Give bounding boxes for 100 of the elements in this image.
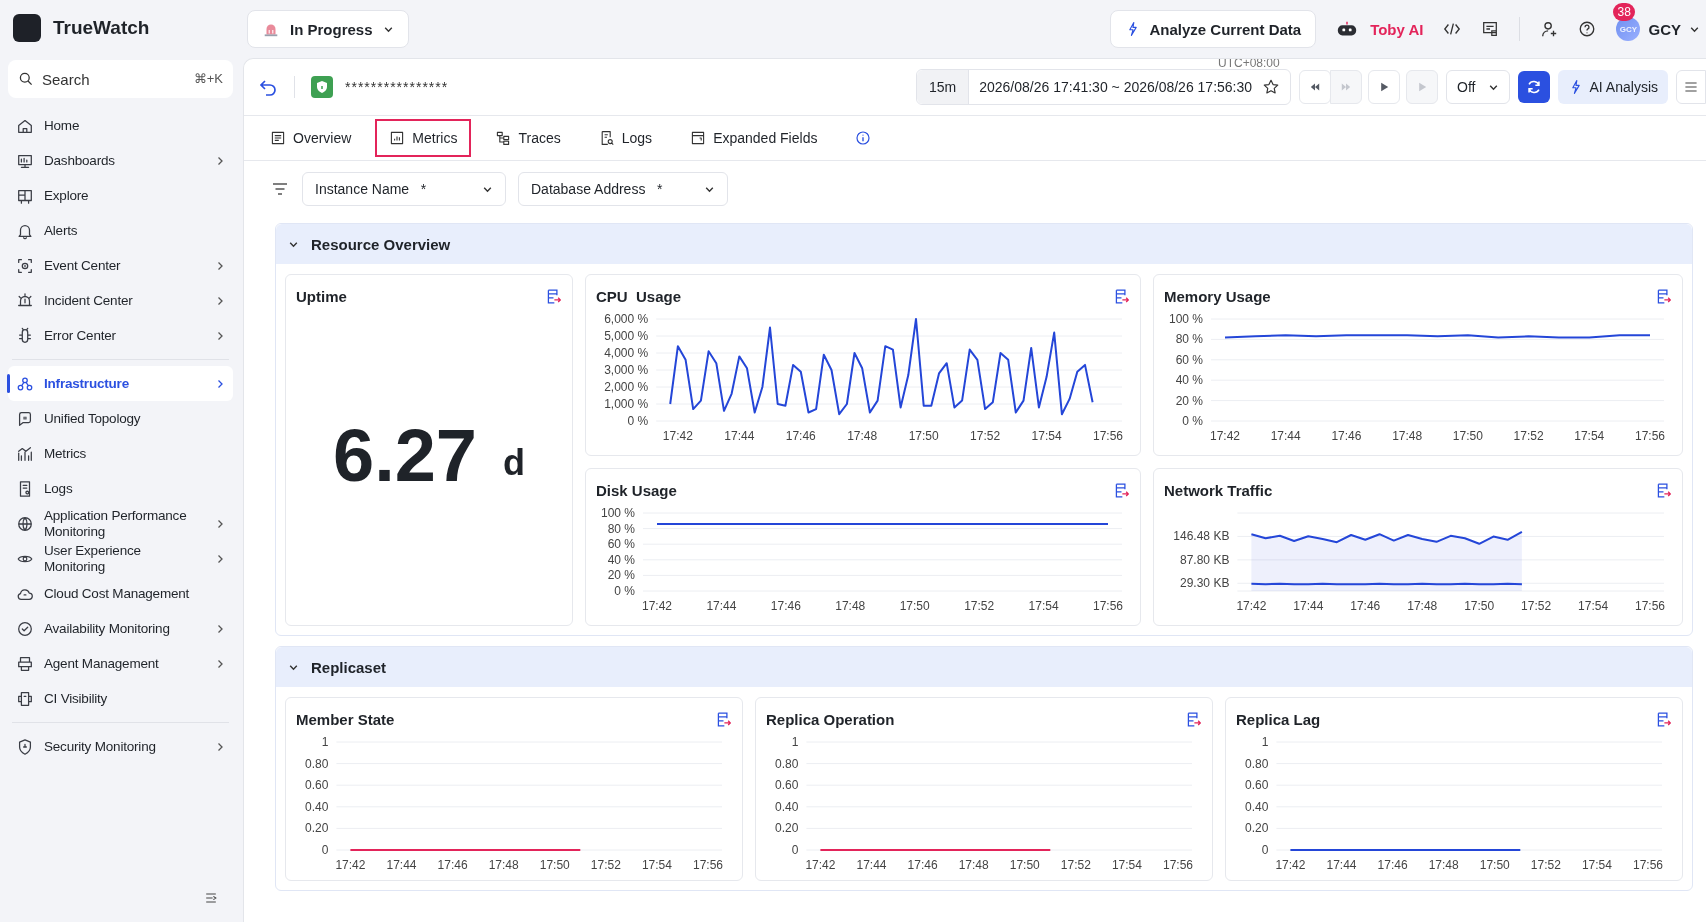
axis-label: 20 % xyxy=(607,568,635,583)
axis-label: 0.60 xyxy=(1245,778,1269,793)
refresh-button[interactable] xyxy=(1517,71,1550,103)
auto-refresh-dropdown[interactable]: Off xyxy=(1446,70,1510,104)
axis-label: 17:46 xyxy=(437,858,468,872)
sidebar-item[interactable]: Explore xyxy=(8,178,233,213)
section-header[interactable]: Replicaset xyxy=(276,647,1692,687)
export-icon[interactable] xyxy=(1655,710,1672,728)
status-dropdown[interactable]: In Progress xyxy=(247,10,409,48)
axis-label: 17:52 xyxy=(1060,858,1091,872)
axis-label: 2,000 % xyxy=(604,380,649,394)
sidebar-item[interactable]: Cloud Cost Management xyxy=(8,576,233,612)
document-icon[interactable] xyxy=(1481,20,1500,38)
sidebar-item[interactable]: Dashboards xyxy=(8,143,233,178)
export-icon[interactable] xyxy=(1185,710,1202,728)
sidebar-item[interactable]: Alerts xyxy=(8,213,233,248)
sidebar-item[interactable]: Infrastructure xyxy=(8,366,233,401)
axis-label: 17:44 xyxy=(1293,599,1324,613)
box-icon xyxy=(690,130,707,146)
collapse-icon[interactable] xyxy=(203,890,219,906)
help-icon[interactable] xyxy=(1578,20,1597,38)
sidebar-item[interactable]: Application Performance Monitoring xyxy=(8,506,233,542)
axis-label: 60 % xyxy=(1175,352,1203,367)
sidebar-item[interactable]: User Experience Monitoring xyxy=(8,541,233,577)
assistant-link[interactable]: Toby AI xyxy=(1370,20,1424,38)
export-icon[interactable] xyxy=(545,287,562,305)
axis-label: 17:46 xyxy=(1350,599,1381,613)
axis-label: 1 xyxy=(791,735,799,749)
printer-icon xyxy=(16,654,34,673)
sidebar-item[interactable]: Metrics xyxy=(8,436,233,471)
sidebar-item[interactable]: Incident Center xyxy=(8,283,233,318)
axis-label: 17:54 xyxy=(641,858,672,872)
menu-button[interactable] xyxy=(1676,70,1706,104)
sidebar-item[interactable]: Unified Topology xyxy=(8,401,233,436)
target-icon xyxy=(16,256,34,275)
axis-label: 17:50 xyxy=(899,599,930,613)
axis-label: 17:46 xyxy=(770,599,801,613)
export-icon[interactable] xyxy=(1113,481,1130,499)
sidebar-item[interactable]: Agent Management xyxy=(8,646,233,682)
flow-icon xyxy=(495,130,512,146)
axis-label: 80 % xyxy=(607,521,635,536)
play-button[interactable] xyxy=(1368,70,1401,104)
axis-label: 29.30 KB xyxy=(1180,576,1230,591)
axis-label: 17:50 xyxy=(1009,858,1040,872)
host-title: **************** xyxy=(345,79,449,95)
axis-label: 17:54 xyxy=(1031,429,1062,443)
tab[interactable]: Metrics xyxy=(375,119,472,157)
axis-label: 17:48 xyxy=(1428,858,1459,872)
axis-label: 17:52 xyxy=(1513,429,1544,443)
axis-label: 17:52 xyxy=(590,858,621,872)
axis-label: 17:48 xyxy=(958,858,989,872)
time-range-picker[interactable]: 15m 2026/08/26 17:41:30 ~ 2026/08/26 17:56:30 xyxy=(916,69,1292,105)
axis-label: 17:42 xyxy=(642,599,672,613)
section-header[interactable]: Resource Overview xyxy=(276,224,1692,264)
app-name: TrueWatch xyxy=(53,17,150,39)
notification-badge: 38 xyxy=(1613,3,1635,21)
axis-label: 17:50 xyxy=(1479,858,1510,872)
chart-icon xyxy=(389,130,406,146)
shield-icon xyxy=(311,76,333,98)
axis-label: 17:46 xyxy=(785,429,816,443)
time-range: 2026/08/26 17:41:30 ~ 2026/08/26 17:56:30 xyxy=(979,79,1253,95)
panel-title: Member State xyxy=(296,710,395,728)
info-icon[interactable] xyxy=(855,130,872,146)
star-icon[interactable] xyxy=(1262,78,1281,96)
axis-label: 17:50 xyxy=(539,858,570,872)
tab[interactable]: Expanded Fields xyxy=(676,119,832,157)
axis-label: 40 % xyxy=(607,552,635,567)
sidebar-item[interactable]: Availability Monitoring xyxy=(8,611,233,647)
sidebar-item[interactable]: Home xyxy=(8,108,233,143)
filter-dropdown[interactable]: Database Address * xyxy=(518,172,728,206)
shield-icon xyxy=(16,737,34,756)
axis-label: 17:52 xyxy=(1521,599,1552,613)
sidebar-item[interactable]: Security Monitoring xyxy=(8,729,233,765)
axis-label: 17:54 xyxy=(1574,429,1605,443)
axis-label: 17:54 xyxy=(1581,858,1612,872)
user-menu[interactable]: GCY xyxy=(1648,20,1700,38)
ai-analysis-button[interactable]: AI Analysis xyxy=(1557,70,1668,104)
sidebar-item[interactable]: CI Visibility xyxy=(8,681,233,717)
export-icon[interactable] xyxy=(715,710,732,728)
sidebar-item[interactable]: Error Center xyxy=(8,318,233,353)
axis-label: 5,000 % xyxy=(604,329,649,343)
axis-label: 40 % xyxy=(1175,373,1203,388)
tab[interactable]: Traces xyxy=(481,119,575,157)
tab[interactable]: Logs xyxy=(584,119,667,157)
filter-dropdown[interactable]: Instance Name * xyxy=(302,172,506,206)
axis-label: 0 % xyxy=(1182,414,1203,428)
axis-label: 3,000 % xyxy=(604,363,649,377)
export-icon[interactable] xyxy=(1113,287,1130,305)
sidebar-item[interactable]: Logs xyxy=(8,471,233,506)
analyze-button[interactable]: Analyze Current Data xyxy=(1110,10,1317,48)
export-icon[interactable] xyxy=(1655,287,1672,305)
back-icon[interactable] xyxy=(258,77,278,97)
axis-label: 1 xyxy=(321,735,329,749)
axis-label: 17:48 xyxy=(488,858,519,872)
export-icon[interactable] xyxy=(1655,481,1672,499)
sidebar-item[interactable]: Event Center xyxy=(8,248,233,283)
tab[interactable]: Overview xyxy=(256,119,366,157)
range-preset[interactable]: 15m xyxy=(917,70,970,104)
add-user-icon[interactable] xyxy=(1540,20,1559,38)
axis-label: 1 xyxy=(1261,735,1269,749)
